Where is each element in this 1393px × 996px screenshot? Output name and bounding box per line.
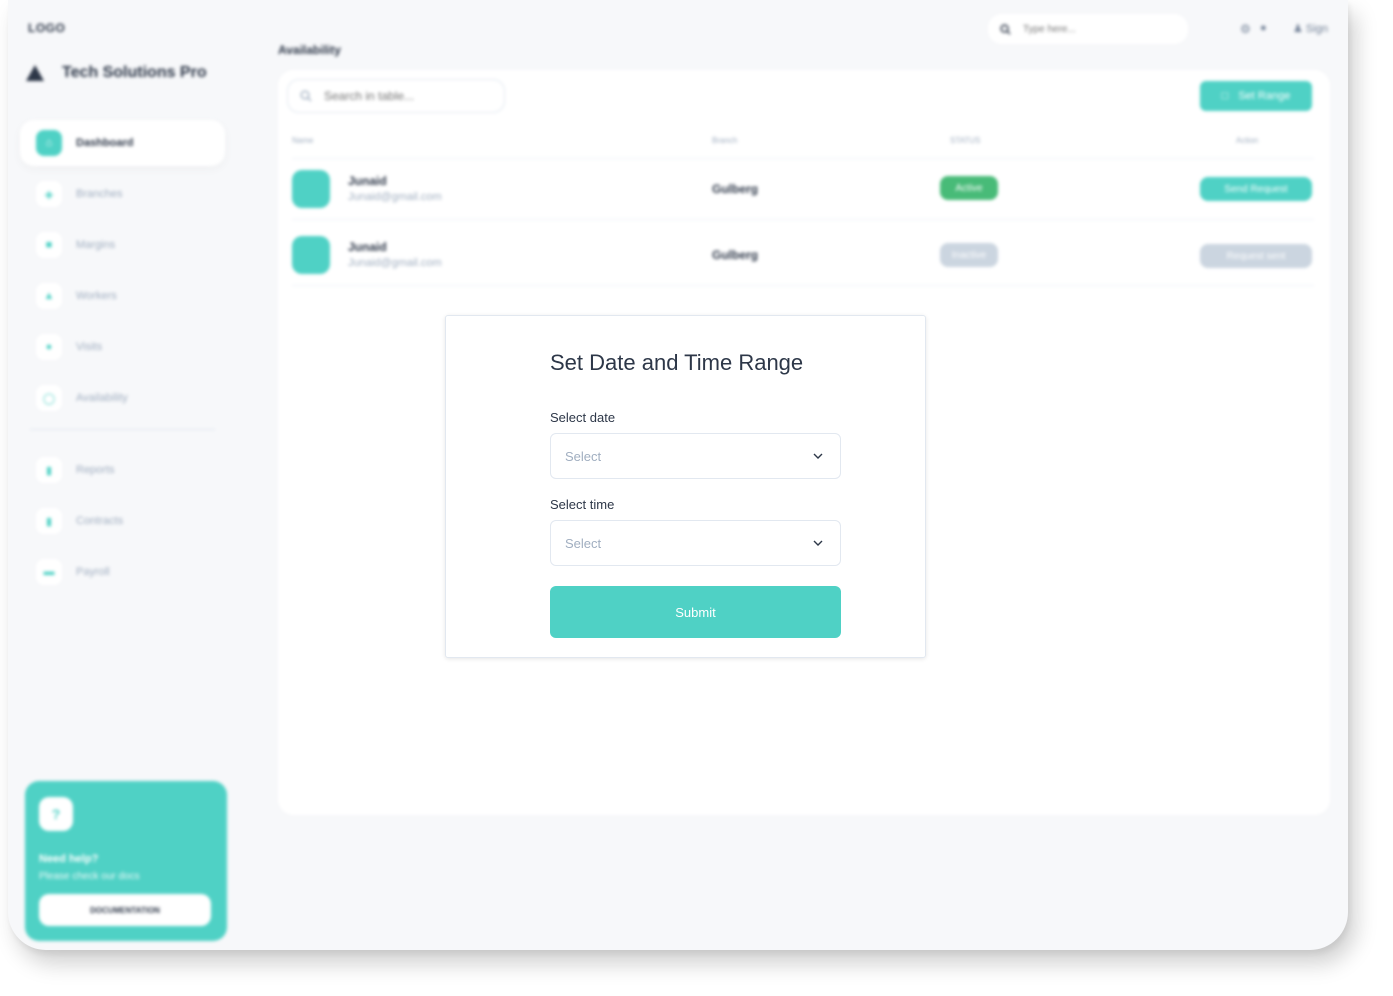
sidebar-nav: ⌂ Dashboard ◈ Branches ■ Margins ▲ Worke… xyxy=(20,120,225,603)
row-email: Junaid@gmail.com xyxy=(348,191,442,203)
documentation-button[interactable]: DOCUMENTATION xyxy=(39,894,211,926)
avatar xyxy=(292,170,330,208)
sidebar-item-label: Availability xyxy=(76,392,128,404)
date-select-value: Select xyxy=(565,448,602,464)
sidebar-item-margins[interactable]: ■ Margins xyxy=(20,225,225,265)
table-search-input[interactable] xyxy=(322,88,496,104)
request-sent-button[interactable]: Request sent xyxy=(1200,244,1312,268)
help-card: ? Need help? Please check our docs DOCUM… xyxy=(25,781,227,941)
sidebar-item-branches[interactable]: ◈ Branches xyxy=(20,174,225,214)
avatar xyxy=(292,236,330,274)
sidebar-item-label: Margins xyxy=(76,239,116,251)
page-title: Availability xyxy=(278,43,341,57)
sidebar-divider xyxy=(30,429,215,430)
set-range-button[interactable]: □ Set Range xyxy=(1200,81,1312,111)
row-name: Junaid xyxy=(348,240,387,254)
app-frame: LOGO Tech Solutions Pro ⌂ Dashboard ◈ Br… xyxy=(8,0,1348,950)
sidebar-item-contracts[interactable]: ▮ Contracts xyxy=(20,501,225,541)
sidebar-item-visits[interactable]: ● Visits xyxy=(20,327,225,367)
modal-title: Set Date and Time Range xyxy=(550,350,804,375)
search-icon xyxy=(300,90,312,102)
help-icon: ? xyxy=(39,797,73,831)
branch-icon: ◈ xyxy=(36,181,62,207)
row-branch: Gulberg xyxy=(712,248,759,262)
table-search[interactable] xyxy=(287,79,505,113)
sidebar-item-reports[interactable]: ▮ Reports xyxy=(20,450,225,490)
help-subtitle: Please check our docs xyxy=(39,871,140,882)
margin-icon: ■ xyxy=(36,232,62,258)
header-status: STATUS xyxy=(950,136,981,145)
header-action: Action xyxy=(1236,136,1259,145)
header-branch: Branch xyxy=(712,136,738,145)
row-divider xyxy=(292,219,1314,220)
sidebar-item-availability[interactable]: ◯ Availability xyxy=(20,378,225,418)
workers-icon: ▲ xyxy=(36,283,62,309)
visits-icon: ● xyxy=(36,334,62,360)
sidebar-item-label: Dashboard xyxy=(76,137,134,149)
sidebar-item-label: Payroll xyxy=(76,566,110,578)
header-name[interactable]: Name xyxy=(292,136,313,145)
status-badge: Inactive xyxy=(940,243,998,267)
calendar-icon: □ xyxy=(1221,90,1229,102)
row-email: Junaid@gmail.com xyxy=(348,257,442,269)
sidebar-item-label: Contracts xyxy=(76,515,124,527)
send-request-button[interactable]: Send Request xyxy=(1200,177,1312,201)
logo: LOGO xyxy=(28,21,66,35)
sidebar-item-label: Workers xyxy=(76,290,117,302)
bell-icon[interactable]: ● xyxy=(1260,22,1267,34)
brand-logo-icon xyxy=(26,65,44,81)
row-name: Junaid xyxy=(348,174,387,188)
row-divider xyxy=(292,285,1314,286)
home-icon: ⌂ xyxy=(36,130,62,156)
sidebar-item-label: Branches xyxy=(76,188,123,200)
chevron-down-icon xyxy=(813,540,823,546)
set-range-label: Set Range xyxy=(1238,90,1291,102)
date-select[interactable]: Select xyxy=(550,433,841,479)
sidebar-item-payroll[interactable]: ▬ Payroll xyxy=(20,552,225,592)
row-divider xyxy=(292,158,1314,159)
gear-icon[interactable]: ⚙ xyxy=(1240,22,1251,36)
clock-icon: ◯ xyxy=(36,385,62,411)
payroll-icon: ▬ xyxy=(36,559,62,585)
time-select-value: Select xyxy=(565,535,602,551)
sidebar-item-workers[interactable]: ▲ Workers xyxy=(20,276,225,316)
brand: Tech Solutions Pro xyxy=(26,64,207,82)
brand-name: Tech Solutions Pro xyxy=(62,64,207,81)
chevron-down-icon xyxy=(813,453,823,459)
top-search[interactable] xyxy=(988,14,1188,44)
time-label: Select time xyxy=(550,497,615,512)
row-branch: Gulberg xyxy=(712,182,759,196)
date-label: Select date xyxy=(550,410,616,425)
search-icon xyxy=(1000,23,1011,35)
set-range-modal: Set Date and Time Range Select date Sele… xyxy=(445,315,926,658)
sidebar-item-label: Visits xyxy=(76,341,103,353)
top-search-input[interactable] xyxy=(1021,22,1175,36)
sign-in-label: Sign xyxy=(1305,23,1328,35)
sidebar-item-dashboard[interactable]: ⌂ Dashboard xyxy=(20,120,225,166)
help-title: Need help? xyxy=(39,853,99,865)
sidebar-item-label: Reports xyxy=(76,464,115,476)
sign-in-link[interactable]: ♟ Sign xyxy=(1293,22,1328,35)
reports-icon: ▮ xyxy=(36,457,62,483)
status-badge: Active xyxy=(940,176,998,200)
time-select[interactable]: Select xyxy=(550,520,841,566)
submit-button[interactable]: Submit xyxy=(550,586,841,638)
contracts-icon: ▮ xyxy=(36,508,62,534)
